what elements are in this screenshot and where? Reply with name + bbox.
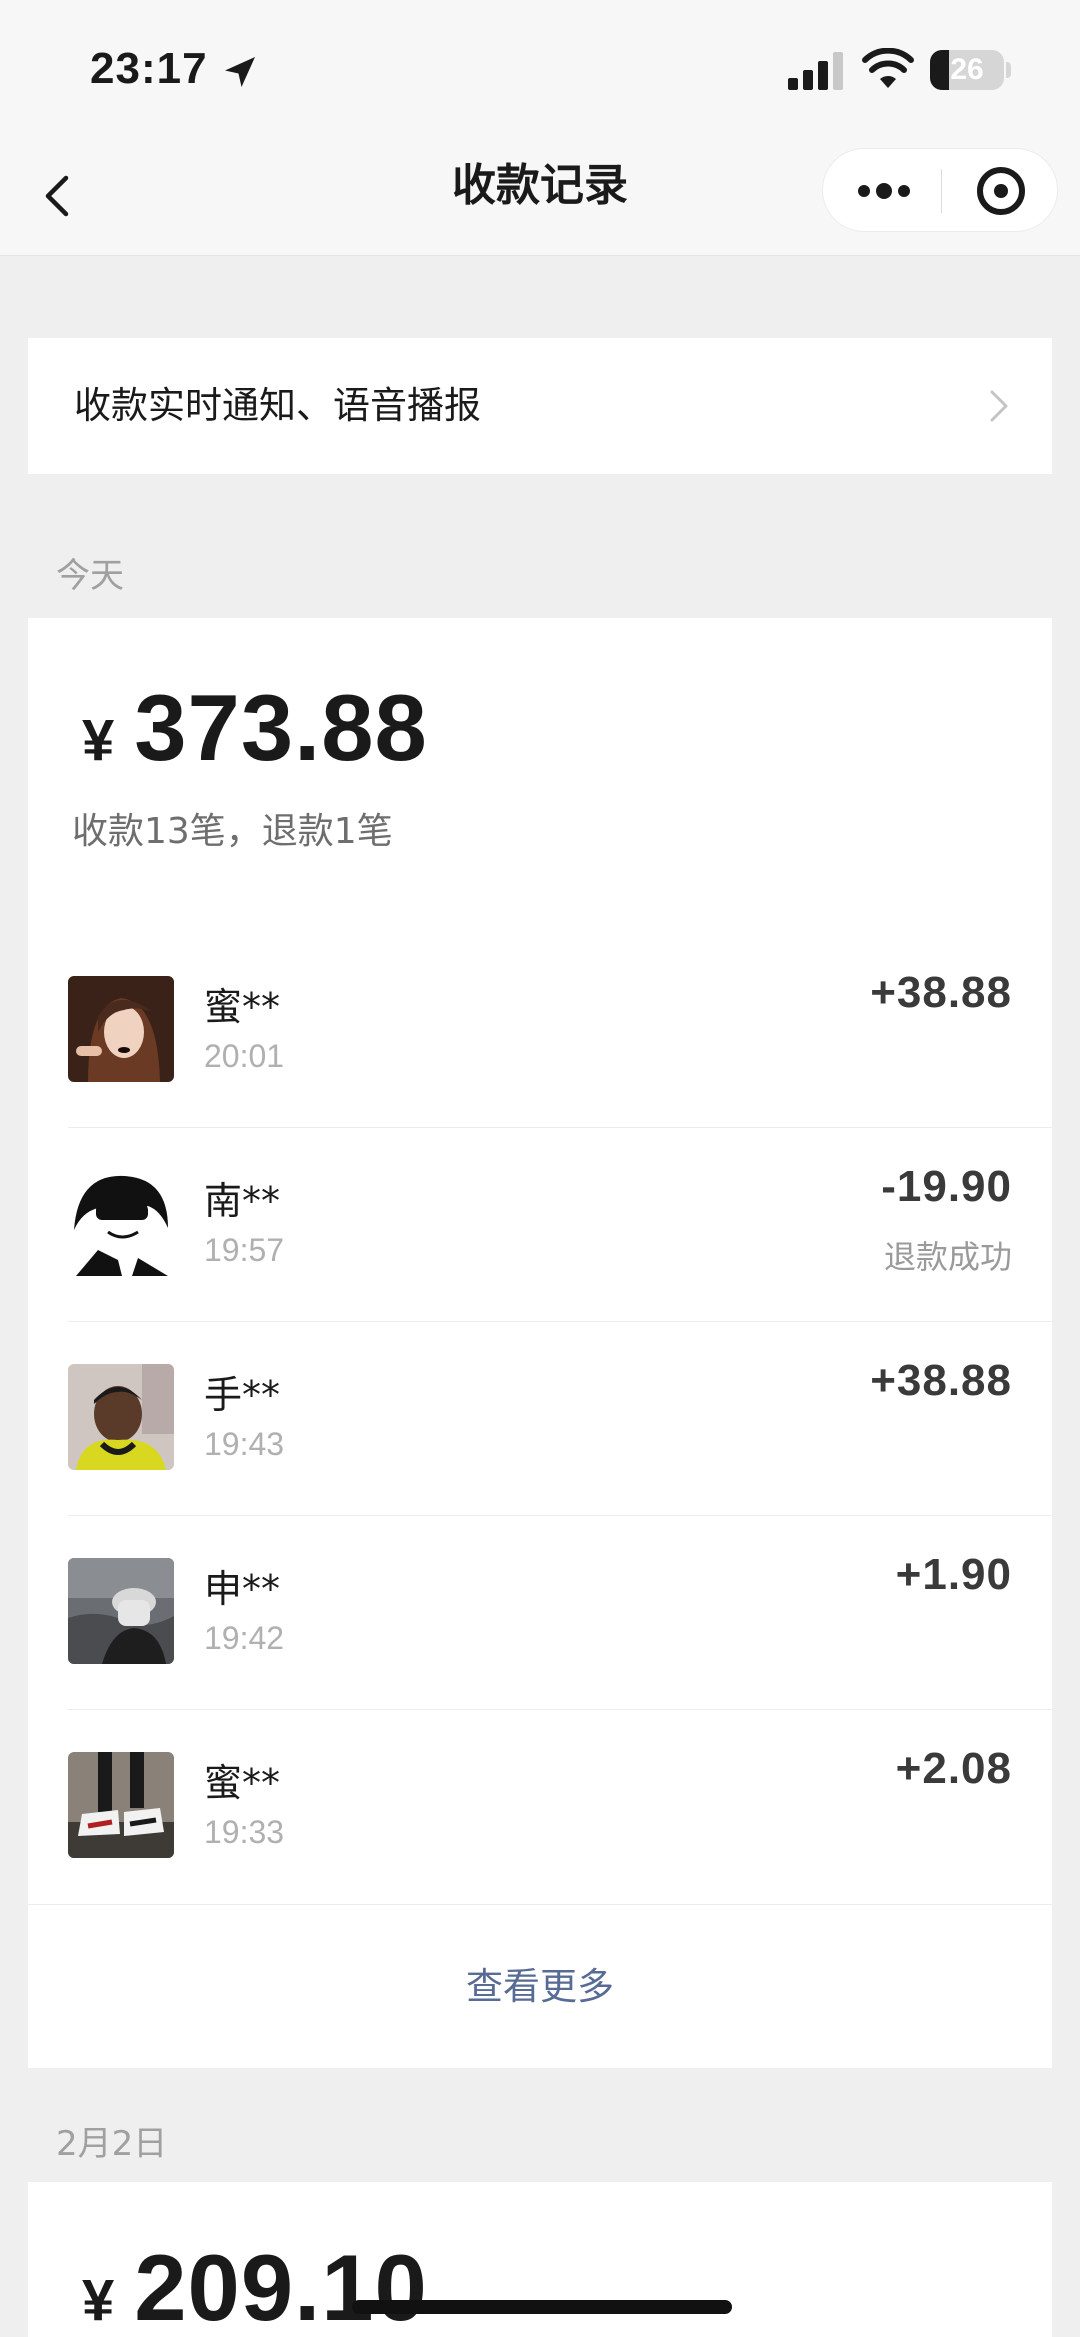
payment-time: 19:33 <box>204 1814 285 1850</box>
target-dot <box>994 184 1008 198</box>
payment-amount: +38.88 <box>870 1356 1012 1405</box>
transaction-row[interactable]: 申** 19:42 +1.90 <box>28 1516 1052 1710</box>
payment-amount: +2.08 <box>895 1744 1012 1793</box>
status-bar: 23:17 26 <box>0 0 1080 140</box>
realtime-notify-row[interactable]: 收款实时通知、语音播报 <box>28 338 1052 474</box>
section-label-feb2: 2月2日 <box>56 2124 168 2164</box>
chevron-right-icon <box>990 390 1008 422</box>
more-button[interactable] <box>823 149 941 233</box>
payer-name: 手** <box>204 1373 281 1417</box>
payer-name: 蜜** <box>204 1761 281 1805</box>
payment-amount: +38.88 <box>870 968 1012 1017</box>
currency-symbol: ¥ <box>82 708 115 773</box>
more-dots-icon <box>858 183 910 199</box>
today-total-amount: 373.88 <box>134 675 428 780</box>
refund-status: 退款成功 <box>883 1238 1012 1276</box>
battery-level: 26 <box>950 53 984 86</box>
battery-tip <box>1006 62 1011 78</box>
today-total: ¥373.88 <box>82 674 428 784</box>
signal-icon <box>788 52 843 90</box>
refund-amount: -19.90 <box>881 1162 1012 1211</box>
battery-icon: 26 <box>930 50 1004 90</box>
payment-amount: +1.90 <box>895 1550 1012 1599</box>
transaction-row[interactable]: 南** 19:57 -19.90 退款成功 <box>28 1128 1052 1322</box>
avatar <box>68 976 174 1082</box>
avatar <box>68 1558 174 1664</box>
payment-time: 20:01 <box>204 1038 285 1074</box>
feb2-total-amount: 209.10 <box>134 2235 428 2337</box>
avatar <box>68 1170 174 1276</box>
payment-time: 19:42 <box>204 1620 285 1656</box>
status-time: 23:17 <box>90 44 208 93</box>
avatar <box>68 1364 174 1470</box>
nav-bar: 收款记录 <box>0 140 1080 256</box>
payer-name: 南** <box>204 1179 281 1223</box>
transaction-row[interactable]: 蜜** 20:01 +38.88 <box>28 934 1052 1128</box>
target-icon <box>977 167 1025 215</box>
payment-time: 19:57 <box>204 1232 285 1268</box>
close-mini-program-button[interactable] <box>941 149 1059 233</box>
payer-name: 申** <box>204 1567 281 1611</box>
mini-program-capsule <box>822 148 1058 232</box>
home-indicator[interactable] <box>352 2300 732 2314</box>
realtime-notify-label: 收款实时通知、语音播报 <box>74 384 481 427</box>
section-label-today: 今天 <box>56 556 124 596</box>
today-summary-card: ¥373.88 收款13笔，退款1笔 蜜** 20:01 +38.88 南** … <box>28 618 1052 2068</box>
location-arrow-icon <box>225 57 255 87</box>
transaction-list: 蜜** 20:01 +38.88 南** 19:57 -19.90 退款成功 手… <box>28 934 1052 1904</box>
feb2-total: ¥209.10 <box>82 2234 428 2337</box>
transaction-row[interactable]: 手** 19:43 +38.88 <box>28 1322 1052 1516</box>
today-summary-text: 收款13笔，退款1笔 <box>72 811 393 852</box>
payer-name: 蜜** <box>204 985 281 1029</box>
transaction-row[interactable]: 蜜** 19:33 +2.08 <box>28 1710 1052 1904</box>
avatar <box>68 1752 174 1858</box>
wifi-icon <box>862 48 914 88</box>
payment-time: 19:43 <box>204 1426 285 1462</box>
currency-symbol: ¥ <box>82 2268 115 2333</box>
view-more-button[interactable]: 查看更多 <box>28 1904 1052 2068</box>
